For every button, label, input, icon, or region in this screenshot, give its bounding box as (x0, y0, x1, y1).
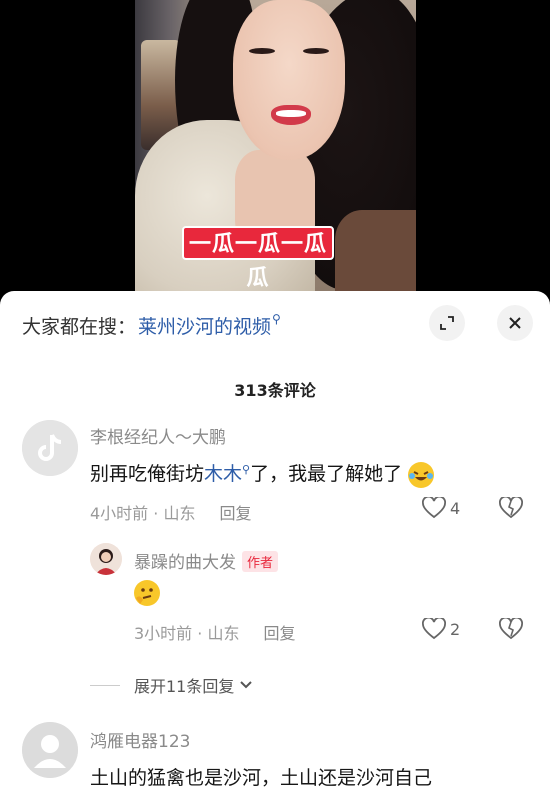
comment-text: 别再吃俺街坊木木⚲了，我最了解她了 (90, 459, 435, 488)
reply-text (134, 580, 160, 606)
close-icon (509, 317, 521, 329)
expand-replies-button[interactable]: 展开11条回复 (90, 673, 254, 697)
video-caption: 一瓜一瓜一瓜瓜 (182, 226, 334, 291)
like-count: 2 (450, 619, 461, 639)
reply-meta: 3小时前 · 山东 回复 (134, 620, 295, 644)
comment-count: 313条评论 (234, 381, 316, 400)
search-term-link[interactable]: 莱州沙河的视频 (138, 312, 271, 339)
tiktok-logo-icon (22, 420, 78, 476)
comment-link[interactable]: 木木 (204, 463, 242, 485)
dislike-button[interactable] (499, 616, 523, 644)
avatar[interactable] (22, 420, 78, 476)
like-button[interactable]: 2 (422, 618, 460, 640)
comment-meta: 4小时前 · 山东 回复 (90, 500, 251, 524)
comment-sheet: 大家都在搜： 莱州沙河的视频 ⚲ 313条评论 李根经纪人～大鹏 别再吃俺街坊木… (0, 291, 550, 794)
expand-button[interactable] (429, 305, 465, 341)
thinking-emoji (134, 580, 160, 606)
divider (90, 684, 120, 686)
face (233, 0, 345, 160)
search-icon: ⚲ (242, 463, 251, 476)
reply-button[interactable]: 回复 (263, 624, 295, 643)
avatar[interactable] (22, 722, 78, 778)
like-button[interactable]: 4 (422, 497, 460, 519)
search-icon: ⚲ (272, 312, 281, 326)
comment-username[interactable]: 李根经纪人～大鹏 (90, 423, 226, 448)
expand-icon (440, 316, 454, 330)
comment-text-part: 了，我最了解她了 (250, 463, 403, 485)
reply-avatar[interactable] (90, 543, 122, 575)
close-button[interactable] (497, 305, 533, 341)
reply-button[interactable]: 回复 (219, 504, 251, 523)
broken-heart-icon (499, 616, 523, 640)
comment-text: 土山的猛禽也是沙河，土山还是沙河自己 (90, 767, 433, 789)
like-count: 4 (450, 498, 461, 518)
comment-time: 4小时前 · 山东 (90, 504, 196, 523)
author-badge: 作者 (242, 551, 279, 572)
default-user-icon (22, 722, 78, 778)
heart-icon (422, 497, 446, 519)
broken-heart-icon (499, 495, 523, 519)
reply-time: 3小时前 · 山东 (134, 624, 240, 643)
reply-username-text: 暴躁的曲大发 (134, 553, 236, 573)
comment-username[interactable]: 鸿雁电器123 (90, 727, 190, 752)
search-suggestion[interactable]: 大家都在搜： 莱州沙河的视频 ⚲ (22, 311, 281, 339)
reply-username[interactable]: 暴躁的曲大发 作者 (134, 548, 279, 573)
search-prefix: 大家都在搜： (22, 315, 137, 338)
comment-text-part: 别再吃俺街坊 (90, 463, 205, 485)
video-player[interactable]: 一瓜一瓜一瓜瓜 (0, 0, 550, 296)
chevron-down-icon (240, 681, 253, 689)
heart-icon (422, 618, 446, 640)
author-avatar-icon (90, 543, 122, 575)
expand-replies-label: 展开11条回复 (134, 677, 235, 696)
dislike-button[interactable] (499, 495, 523, 523)
laugh-cry-emoji (408, 461, 435, 488)
